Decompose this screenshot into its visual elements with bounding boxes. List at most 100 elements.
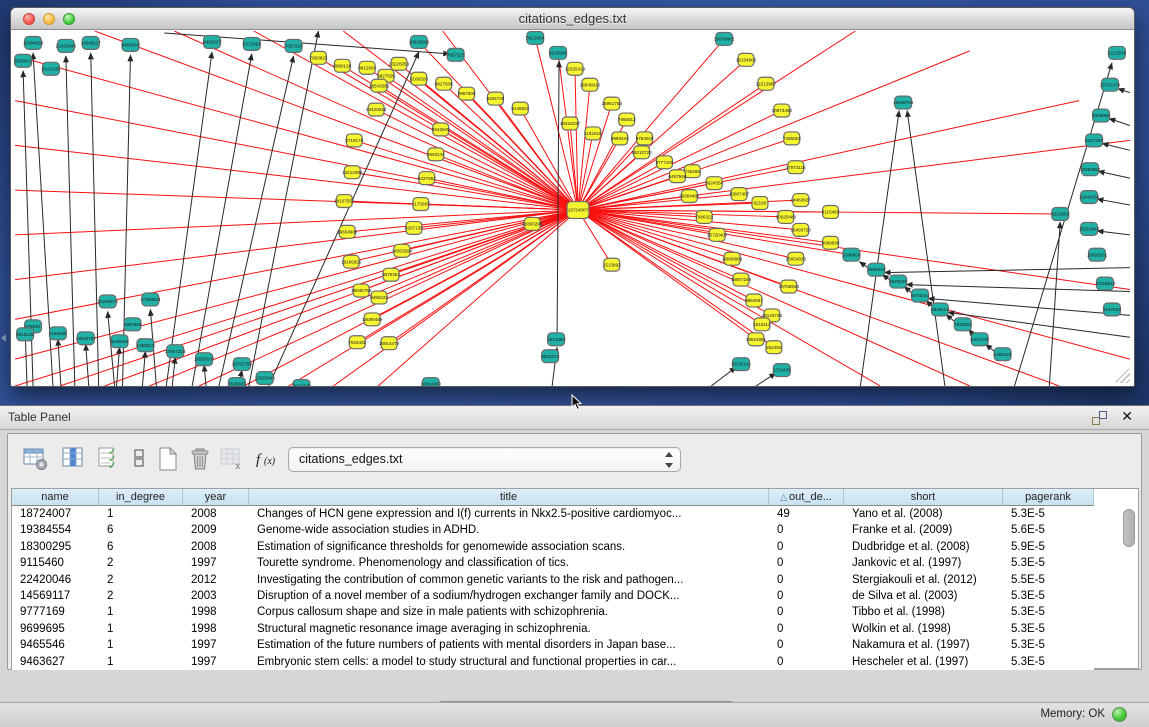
graph-node[interactable]: 1145194 [111, 335, 129, 348]
graph-node[interactable]: 9631272 [541, 350, 559, 363]
graph-node[interactable]: 16914479 [379, 337, 400, 350]
graph-node[interactable]: 16210722 [631, 146, 652, 159]
graph-node[interactable]: 23226058 [389, 57, 410, 70]
graph-node[interactable]: 18300295 [522, 217, 543, 230]
graph-node[interactable]: 16543382 [369, 79, 390, 92]
graph-node[interactable]: 10973493 [772, 104, 793, 117]
graph-node[interactable]: 19166822 [341, 255, 362, 268]
graph-node[interactable]: 9146821 [511, 102, 529, 115]
graph-node[interactable]: 7986322 [695, 210, 713, 223]
table-row[interactable]: 946554611997Estimation of the future num… [12, 637, 1094, 653]
graph-node[interactable]: 16524851 [746, 333, 767, 346]
graph-node[interactable]: 9474444 [911, 289, 929, 302]
graph-node[interactable]: 6679197 [889, 275, 907, 288]
new-document-icon[interactable] [154, 445, 182, 475]
memory-status-indicator-icon[interactable] [1112, 707, 1127, 722]
resize-grip[interactable] [1116, 369, 1130, 383]
table-settings-icon[interactable] [22, 445, 50, 475]
graph-node[interactable]: 1112504 [1108, 46, 1126, 59]
rows-compact-icon[interactable] [126, 445, 154, 475]
graph-node[interactable]: 13942757 [76, 332, 97, 345]
graph-node[interactable]: 16154808 [736, 53, 757, 66]
column-header-year[interactable]: year [183, 489, 249, 506]
graph-node[interactable]: 9794028 [636, 132, 654, 145]
graph-node[interactable]: 1156889 [49, 327, 67, 340]
table-row[interactable]: 1830029562008Estimation of significance … [12, 539, 1094, 555]
graph-node[interactable]: 1065123 [994, 348, 1012, 361]
graph-node[interactable]: 9465546 [122, 38, 140, 51]
graph-node[interactable]: 8350811 [14, 54, 32, 67]
graph-node[interactable]: 18807249 [731, 273, 752, 286]
graph-node[interactable]: 12213399 [342, 166, 363, 179]
graph-node-hub[interactable]: 18724007 [567, 202, 589, 219]
graph-node[interactable]: 1513484 [547, 333, 565, 346]
graph-node[interactable]: 7625402 [348, 336, 366, 349]
graph-node[interactable]: 62160 [752, 197, 768, 210]
graph-node[interactable]: 1170065 [412, 198, 430, 211]
graph-node[interactable]: 8938923 [867, 263, 885, 276]
graph-node[interactable]: 8267130 [405, 221, 423, 234]
graph-node[interactable]: 7963822 [310, 51, 328, 64]
graph-node[interactable]: 3824554 [705, 177, 723, 190]
table-row[interactable]: 969969511998Structural magnetic resonanc… [12, 621, 1094, 637]
graph-node[interactable]: 6497568 [669, 170, 687, 183]
column-header-name[interactable]: name [12, 489, 99, 506]
graph-node[interactable]: 12093852 [1080, 163, 1101, 176]
graph-node[interactable]: 7485063 [783, 132, 801, 145]
table-row[interactable]: 1456911722003Disruption of a novel membe… [12, 588, 1094, 604]
graph-node[interactable]: 15692931 [1087, 248, 1108, 261]
table-row[interactable]: 911546021997Tourette syndrome. Phenomeno… [12, 555, 1094, 571]
graph-node[interactable]: 9218586 [549, 46, 567, 59]
graph-node[interactable]: 9612345 [293, 380, 311, 386]
graph-node[interactable]: 10807487 [729, 188, 750, 201]
graph-node[interactable]: 8912954 [358, 61, 376, 74]
graph-node[interactable]: 7857224 [285, 39, 303, 52]
graph-node[interactable]: 9115460 [822, 206, 840, 219]
graph-node[interactable]: 16961758 [602, 97, 623, 110]
column-header-pagerank[interactable]: pagerank [1003, 489, 1094, 506]
graph-node[interactable]: 9121345 [42, 62, 60, 75]
table-row[interactable]: 2242004622012Investigating the contribut… [12, 572, 1094, 588]
graph-node[interactable]: 9777169 [656, 156, 674, 169]
graph-node[interactable]: 23420046 [366, 103, 387, 116]
graph-node[interactable]: 8678354 [382, 268, 400, 281]
graph-node[interactable]: 15046766 [351, 284, 372, 297]
graph-node[interactable]: 19384554 [23, 36, 44, 49]
graph-node[interactable]: 14463627 [791, 194, 812, 207]
graph-node[interactable]: 20364486 [679, 190, 700, 203]
graph-node[interactable]: 9699695 [822, 236, 840, 249]
float-panel-icon[interactable] [1092, 411, 1107, 425]
graph-node[interactable]: 16648784 [893, 96, 914, 109]
graph-node[interactable]: 9397588 [124, 318, 142, 331]
graph-node[interactable]: 10958107 [194, 353, 215, 366]
graph-node[interactable]: 22420046 [56, 39, 77, 52]
graph-node[interactable]: 1733436 [773, 364, 791, 377]
table-row[interactable]: 1938455462009Genome-wide association stu… [12, 522, 1094, 538]
graph-node[interactable]: 1615112 [753, 318, 771, 331]
graph-node[interactable]: 7955812 [618, 113, 636, 126]
graph-node[interactable]: 16640910 [580, 78, 601, 91]
column-header-out_de[interactable]: △out_de... [769, 489, 844, 506]
table-selector-dropdown[interactable]: citations_edges.txt [288, 447, 681, 472]
select-column-icon[interactable] [60, 445, 88, 475]
graph-node[interactable]: 17973115 [786, 161, 806, 174]
graph-node[interactable]: 1350513 [137, 339, 155, 352]
graph-node[interactable]: 18495758 [791, 223, 812, 236]
graph-node[interactable]: 15136141 [731, 358, 752, 371]
graph-node[interactable]: 2935114 [931, 303, 949, 316]
graph-node[interactable]: 18099489 [362, 313, 383, 326]
network-canvas[interactable]: 1938455422420046145691179465546946362783… [12, 31, 1133, 386]
graph-node[interactable]: 8186328 [410, 72, 428, 85]
splitter-collapse-arrow-icon[interactable] [0, 330, 7, 346]
graph-node[interactable]: 18107552 [334, 195, 355, 208]
graph-node[interactable]: 252254 [766, 341, 782, 354]
graph-node[interactable]: 8990443 [611, 132, 629, 145]
column-header-title[interactable]: title [249, 489, 769, 506]
graph-node[interactable]: 16782759 [232, 358, 253, 371]
graph-node[interactable]: 14569117 [81, 36, 101, 49]
graph-node[interactable]: 746266 [684, 165, 700, 178]
graph-node[interactable]: 17957223 [165, 345, 186, 358]
graph-node[interactable]: 8813054 [526, 31, 544, 44]
graph-node[interactable]: 1167533 [1103, 303, 1121, 316]
graph-node[interactable]: 14353594 [392, 244, 413, 257]
